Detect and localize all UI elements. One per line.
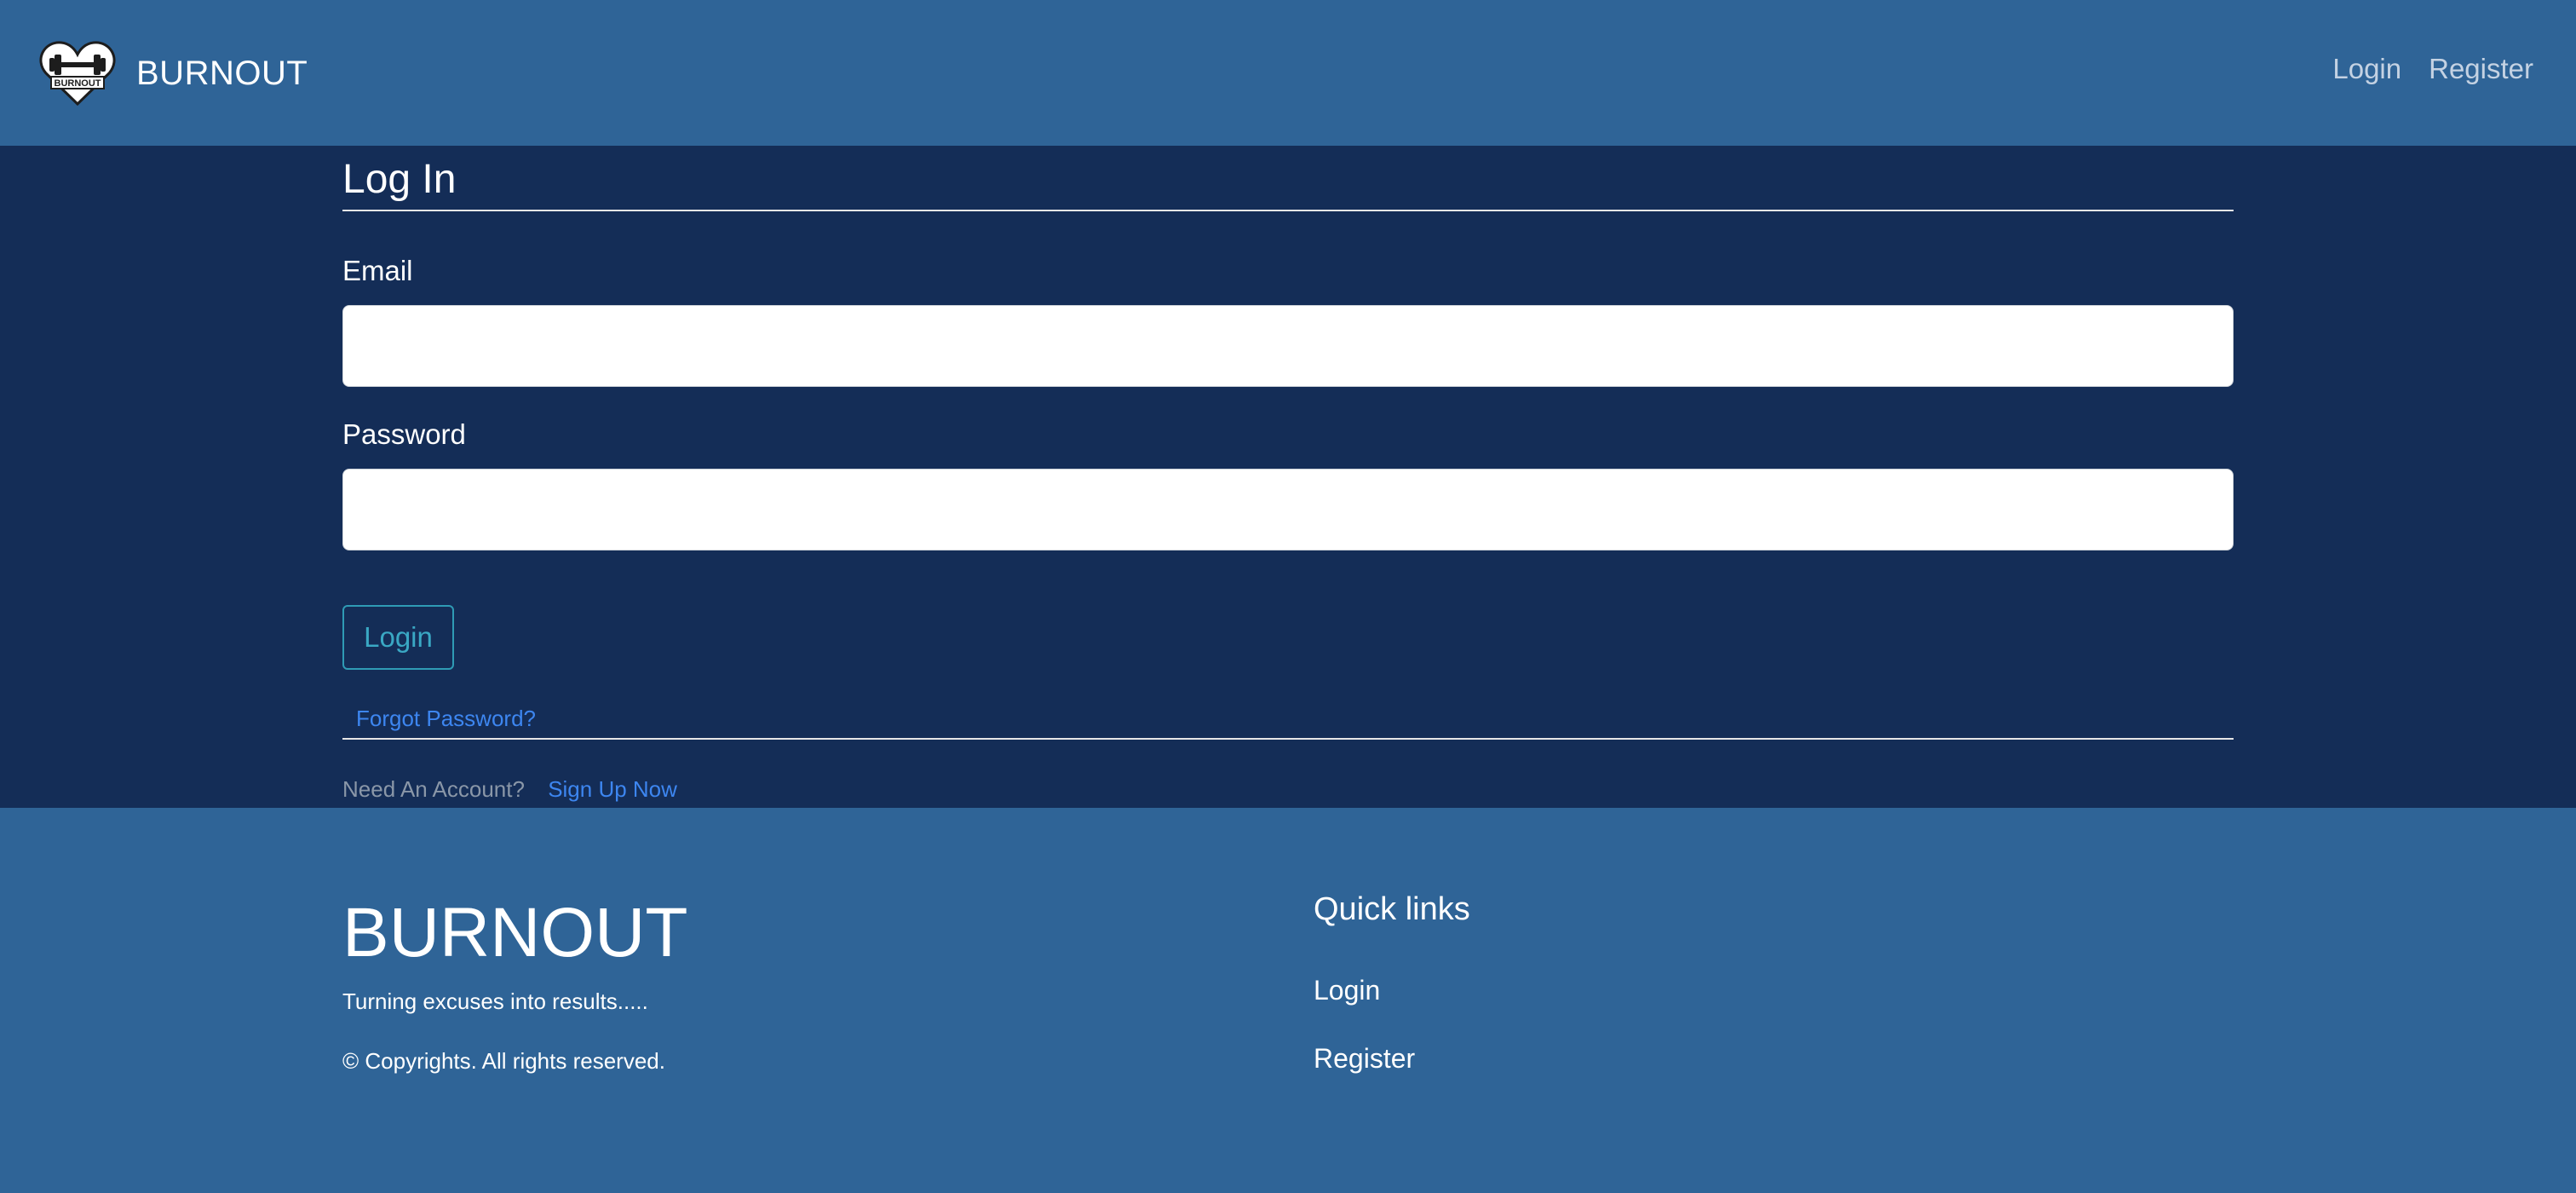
login-container: Log In Email Password Login Forgot Passw… bbox=[342, 146, 2234, 802]
login-button[interactable]: Login bbox=[342, 605, 454, 670]
title-divider bbox=[342, 210, 2234, 211]
footer-tagline: Turning excuses into results..... bbox=[342, 988, 648, 1014]
need-account-text: Need An Account? bbox=[342, 776, 525, 802]
login-section: Log In Email Password Login Forgot Passw… bbox=[0, 146, 2576, 808]
footer-copyright: © Copyrights. All rights reserved. bbox=[342, 1048, 665, 1074]
footer-brand: BURNOUT bbox=[342, 894, 688, 971]
footer-login-link[interactable]: Login bbox=[1314, 975, 1380, 1006]
forgot-password-link[interactable]: Forgot Password? bbox=[356, 706, 536, 732]
nav-links: Login Register bbox=[2332, 53, 2533, 85]
email-label: Email bbox=[342, 255, 413, 286]
form-divider bbox=[342, 738, 2234, 740]
logo-text: BURNOUT bbox=[55, 78, 101, 89]
quick-links-title: Quick links bbox=[1314, 891, 1470, 927]
brand[interactable]: BURNOUT BURNOUT bbox=[39, 39, 308, 107]
footer: BURNOUT Turning excuses into results....… bbox=[0, 808, 2576, 1193]
password-field[interactable] bbox=[342, 469, 2234, 550]
email-field[interactable] bbox=[342, 305, 2234, 387]
heart-dumbbell-logo-icon: BURNOUT bbox=[39, 41, 116, 107]
brand-name[interactable]: BURNOUT bbox=[136, 55, 308, 93]
page-title: Log In bbox=[342, 157, 457, 202]
password-label: Password bbox=[342, 418, 466, 450]
signup-row: Need An Account? Sign Up Now bbox=[342, 776, 677, 803]
footer-register-link[interactable]: Register bbox=[1314, 1043, 1415, 1075]
nav-login-link[interactable]: Login bbox=[2332, 53, 2401, 85]
navbar: BURNOUT BURNOUT Login Register bbox=[0, 0, 2576, 146]
signup-link[interactable]: Sign Up Now bbox=[548, 776, 677, 802]
nav-register-link[interactable]: Register bbox=[2429, 53, 2533, 85]
